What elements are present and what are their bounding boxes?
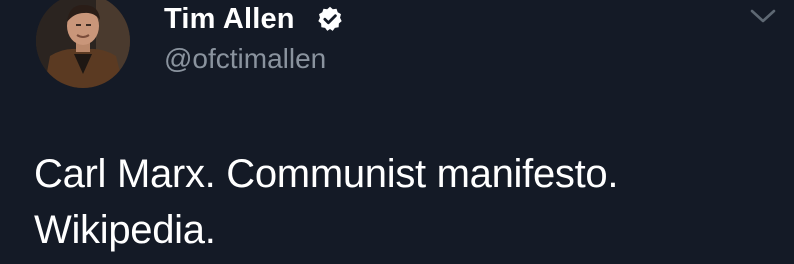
verified-badge-icon — [318, 6, 342, 31]
author-display-name[interactable]: Tim Allen — [164, 2, 295, 36]
tweet-card: Tim Allen @ofctimallen Carl Marx. Commun… — [0, 0, 794, 264]
avatar[interactable] — [36, 0, 130, 88]
tweet-text-line: Wikipedia. — [34, 208, 216, 252]
tweet-text-line: Carl Marx. Communist manifesto. — [34, 152, 619, 196]
tweet-text: Carl Marx. Communist manifesto. Wikipedi… — [34, 146, 774, 258]
chevron-down-icon[interactable] — [748, 6, 778, 26]
author-handle[interactable]: @ofctimallen — [164, 42, 326, 76]
avatar-image — [36, 0, 130, 88]
